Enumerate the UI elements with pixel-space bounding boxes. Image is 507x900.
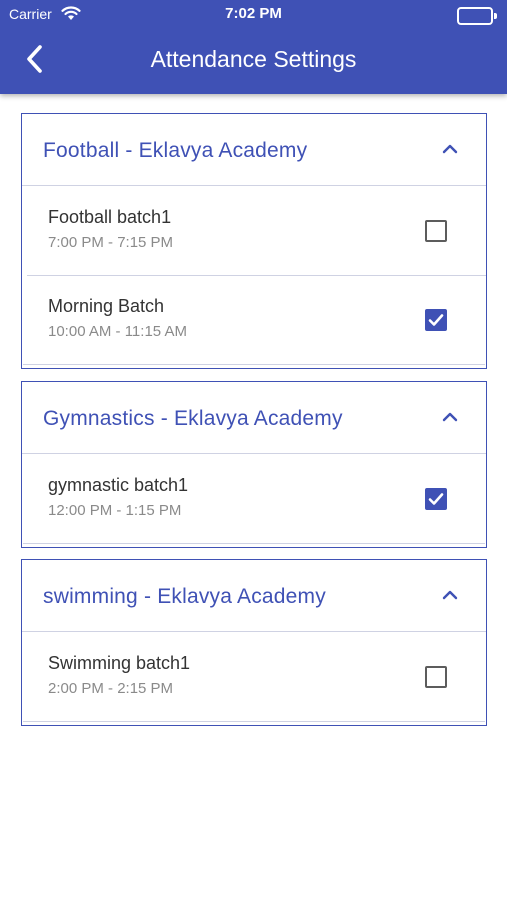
card-divider <box>23 721 485 725</box>
chevron-up-icon[interactable] <box>442 142 458 154</box>
batch-checkbox-checked[interactable] <box>425 309 447 331</box>
section-title: Football - Eklavya Academy <box>43 139 308 162</box>
batch-time: 7:00 PM - 7:15 PM <box>48 234 174 251</box>
batch-name: Swimming batch1 <box>48 653 191 673</box>
section-header-gymnastics[interactable]: Gymnastics - Eklavya Academy <box>22 382 486 454</box>
page-title: Attendance Settings <box>150 46 357 72</box>
batch-row[interactable]: gymnastic batch1 12:00 PM - 1:15 PM <box>22 454 486 543</box>
card-divider <box>23 543 485 547</box>
battery-icon <box>457 7 497 25</box>
section-title: Gymnastics - Eklavya Academy <box>43 407 343 430</box>
batch-checkbox-checked[interactable] <box>425 488 447 510</box>
section-card-gymnastics: Gymnastics - Eklavya Academy gymnastic b… <box>21 381 487 548</box>
chevron-up-icon[interactable] <box>442 410 458 422</box>
batch-name: Morning Batch <box>48 296 165 316</box>
section-header-swimming[interactable]: swimming - Eklavya Academy <box>22 560 486 632</box>
status-bar: Carrier 7:02 PM <box>0 0 507 30</box>
section-card-football: Football - Eklavya Academy Football batc… <box>21 113 487 369</box>
batch-checkbox[interactable] <box>425 666 447 688</box>
chevron-up-icon[interactable] <box>442 588 458 600</box>
batch-row[interactable]: Swimming batch1 2:00 PM - 2:15 PM <box>22 632 486 721</box>
batch-time: 12:00 PM - 1:15 PM <box>48 502 182 519</box>
card-divider <box>23 364 485 368</box>
section-card-swimming: swimming - Eklavya Academy Swimming batc… <box>21 559 487 726</box>
section-title: swimming - Eklavya Academy <box>43 585 326 608</box>
section-header-football[interactable]: Football - Eklavya Academy <box>22 114 486 186</box>
batch-name: Football batch1 <box>48 207 172 227</box>
app-header: Carrier 7:02 PM Attendance Settings <box>0 0 507 94</box>
status-time: 7:02 PM <box>225 5 282 22</box>
batch-checkbox[interactable] <box>425 220 447 242</box>
batch-row[interactable]: Morning Batch 10:00 AM - 11:15 AM <box>22 275 486 364</box>
checkmark-icon <box>428 314 444 326</box>
batch-row[interactable]: Football batch1 7:00 PM - 7:15 PM <box>22 186 486 275</box>
batch-time: 10:00 AM - 11:15 AM <box>48 323 187 340</box>
batch-name: gymnastic batch1 <box>48 475 189 495</box>
batch-time: 2:00 PM - 2:15 PM <box>48 680 174 697</box>
checkmark-icon <box>428 493 444 505</box>
